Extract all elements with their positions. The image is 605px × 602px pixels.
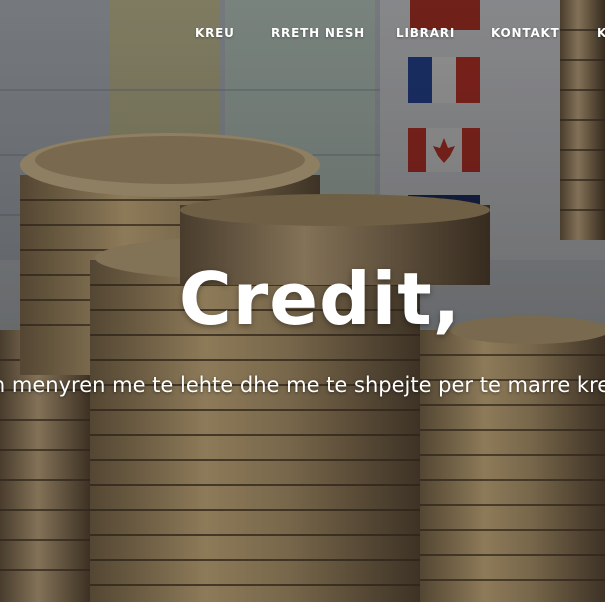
nav-item-kontakt[interactable]: KONTAKT — [491, 26, 560, 40]
main-navigation: KREU RRETH NESH LIBRARI KONTAKT K — [0, 26, 605, 42]
nav-item-kreu[interactable]: KREU — [195, 26, 235, 40]
hero-subtitle: ofron menyren me te lehte dhe me te shpe… — [0, 373, 605, 397]
nav-item-truncated[interactable]: K — [597, 26, 605, 40]
hero-section: KREU RRETH NESH LIBRARI KONTAKT K Credit… — [0, 0, 605, 602]
nav-item-rreth-nesh[interactable]: RRETH NESH — [271, 26, 365, 40]
hero-title: Credit, — [178, 257, 462, 342]
nav-item-librari[interactable]: LIBRARI — [396, 26, 455, 40]
